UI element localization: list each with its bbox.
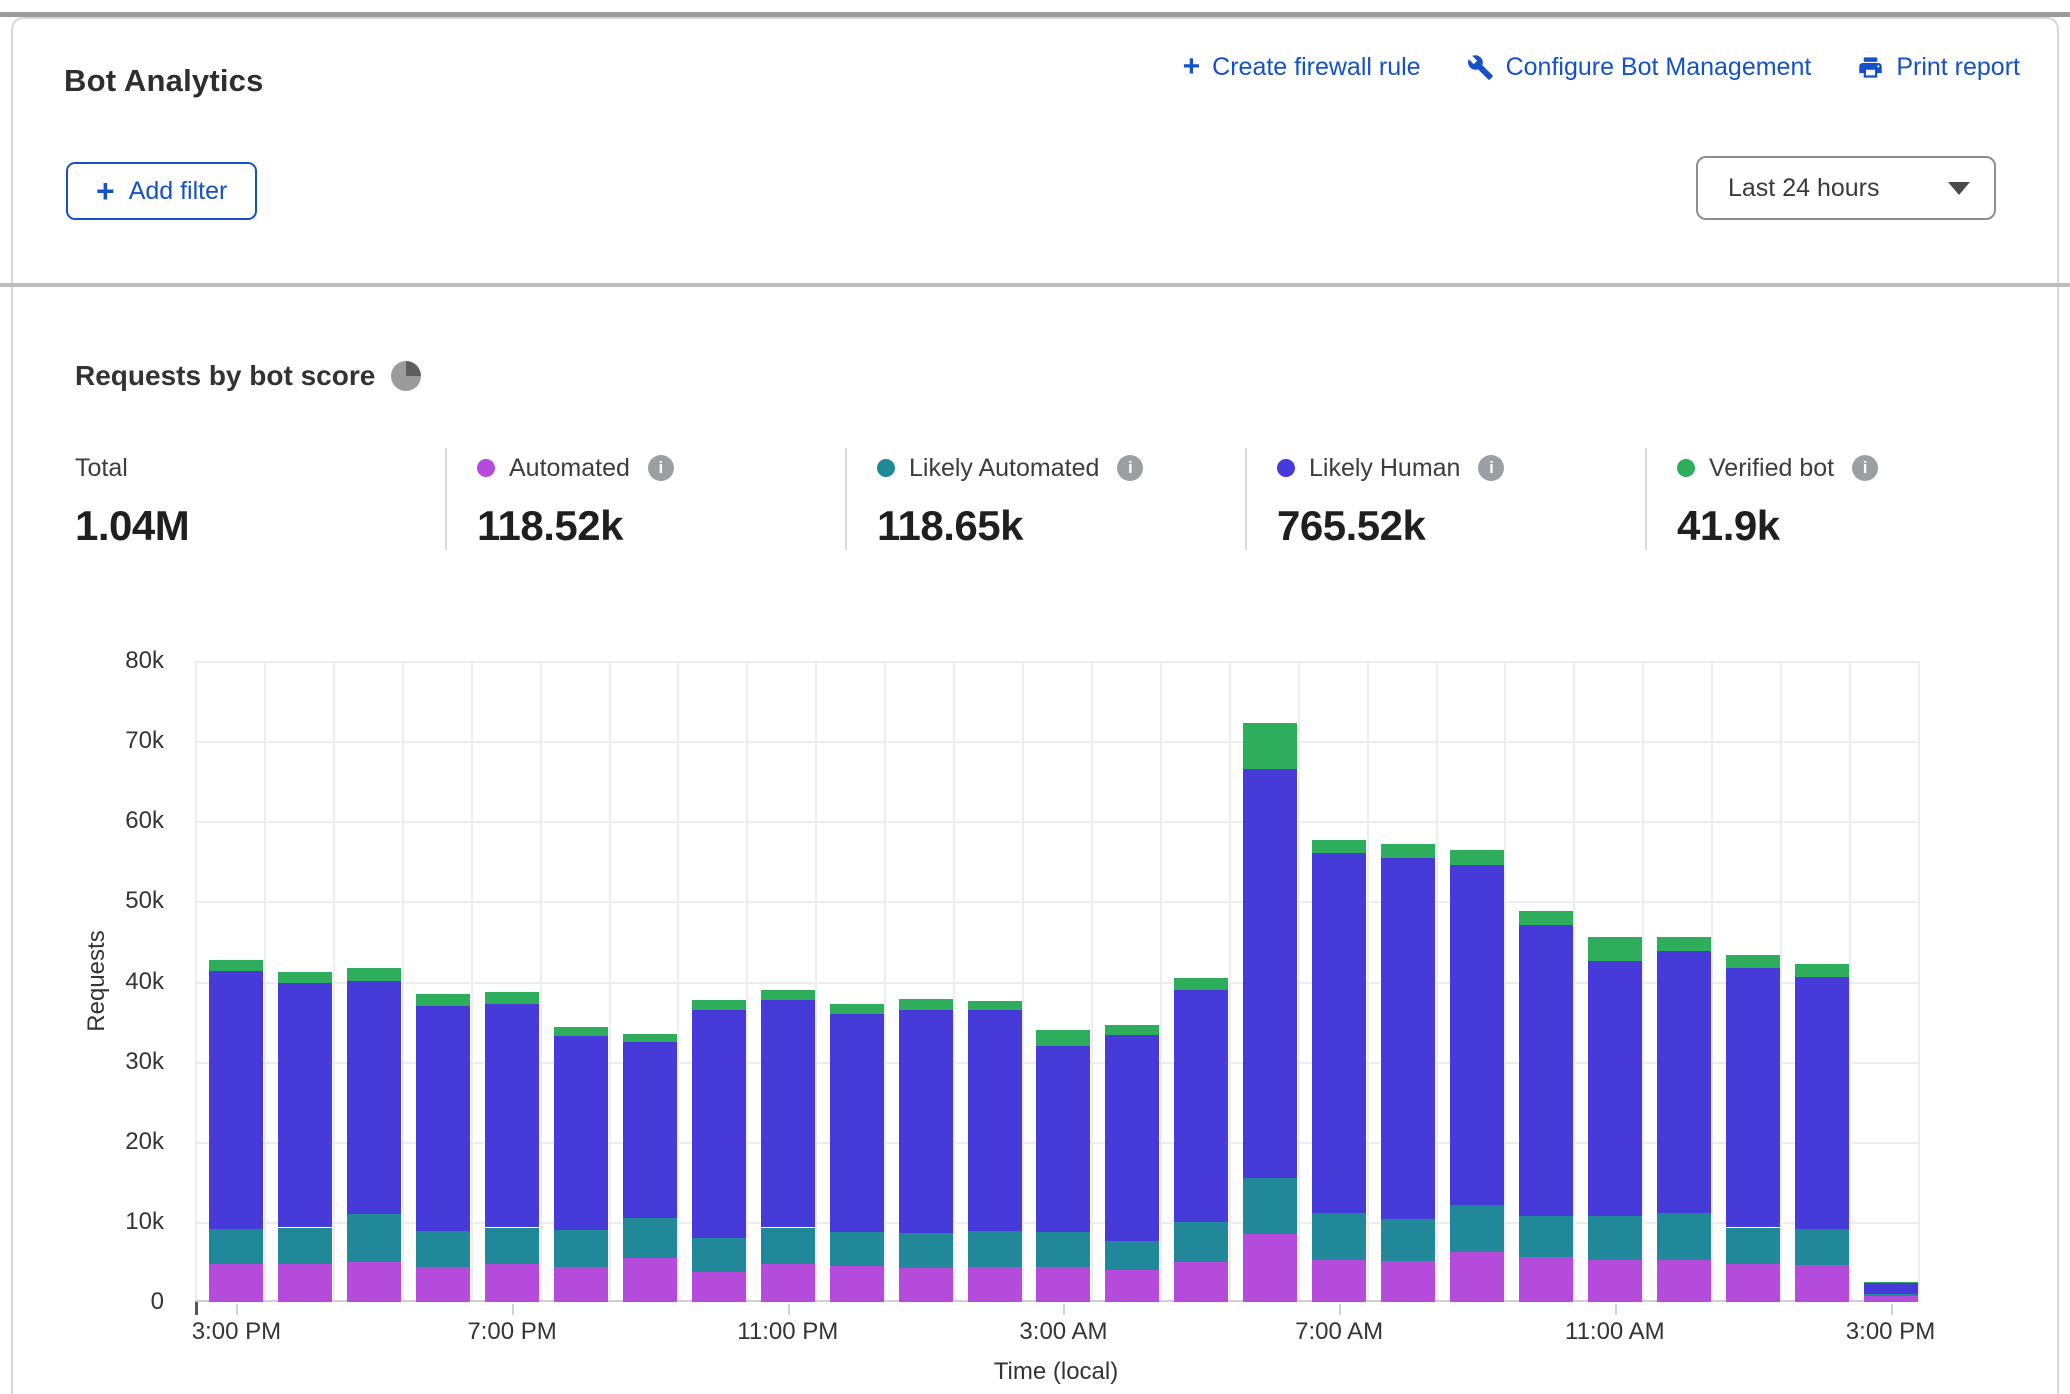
stat-likely-human-label: Likely Human [1309,454,1460,483]
bot-analytics-page: Bot Analytics + Create firewall rule Con… [0,0,2070,1394]
info-icon[interactable]: i [1117,455,1143,481]
verified-bot-legend-dot [1677,459,1695,477]
print-report-link[interactable]: Print report [1857,53,2020,82]
analytics-card [11,17,2059,1394]
stat-verified-bot-label: Verified bot [1709,454,1834,483]
configure-bot-management-label: Configure Bot Management [1506,53,1812,82]
section-divider [0,283,2070,287]
time-range-select[interactable]: Last 24 hours [1696,156,1996,220]
header-actions: + Create firewall rule Configure Bot Man… [1183,52,2020,82]
chevron-down-icon [1948,182,1970,195]
printer-icon [1857,54,1884,81]
add-filter-button[interactable]: + Add filter [66,162,257,220]
section-heading-text: Requests by bot score [75,360,375,392]
likely-automated-legend-dot [877,459,895,477]
stat-total-label: Total [75,454,128,483]
add-filter-label: Add filter [129,177,228,206]
stat-likely-automated-label: Likely Automated [909,454,1099,483]
create-firewall-rule-link[interactable]: + Create firewall rule [1183,52,1421,82]
pie-chart-icon [391,361,421,391]
likely-human-legend-dot [1277,459,1295,477]
automated-legend-dot [477,459,495,477]
info-icon[interactable]: i [1852,455,1878,481]
plus-icon: + [96,175,115,207]
plus-icon: + [1183,52,1201,82]
time-range-value: Last 24 hours [1728,174,1880,203]
stat-automated-value: 118.52k [477,502,815,550]
configure-bot-management-link[interactable]: Configure Bot Management [1467,53,1812,82]
stat-likely-human: Likely Human i 765.52k [1245,448,1645,550]
stat-likely-automated-value: 118.65k [877,502,1215,550]
info-icon[interactable]: i [1478,455,1504,481]
stats-row: Total 1.04M Automated i 118.52k Likely A… [75,448,2045,550]
stat-total-value: 1.04M [75,502,415,550]
wrench-icon [1467,54,1494,81]
print-report-label: Print report [1896,53,2020,82]
stat-total: Total 1.04M [75,448,445,550]
stat-verified-bot: Verified bot i 41.9k [1645,448,2045,550]
stat-automated: Automated i 118.52k [445,448,845,550]
section-heading: Requests by bot score [75,360,421,392]
create-firewall-rule-label: Create firewall rule [1212,53,1420,82]
stat-likely-automated: Likely Automated i 118.65k [845,448,1245,550]
stat-automated-label: Automated [509,454,630,483]
stat-verified-bot-value: 41.9k [1677,502,2015,550]
stat-likely-human-value: 765.52k [1277,502,1615,550]
info-icon[interactable]: i [648,455,674,481]
page-title: Bot Analytics [64,63,264,99]
